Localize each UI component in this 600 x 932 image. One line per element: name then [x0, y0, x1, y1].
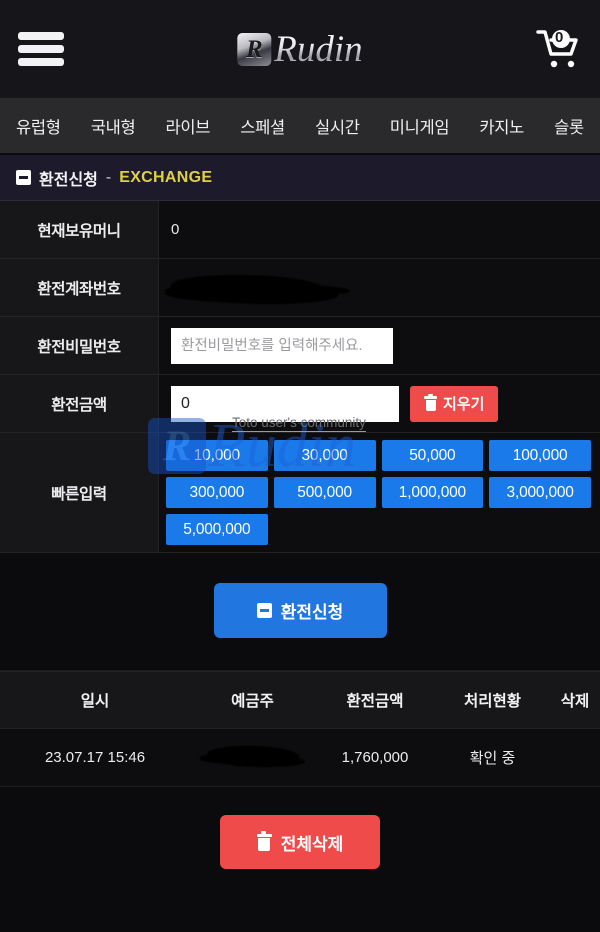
section-title-en: EXCHANGE	[119, 168, 213, 186]
balance-value: 0	[171, 221, 180, 238]
password-label: 환전비밀번호	[0, 317, 159, 374]
clear-amount-label: 지우기	[443, 396, 485, 413]
nav-item-realtime[interactable]: 실시간	[315, 114, 360, 138]
balance-label: 현재보유머니	[0, 201, 159, 258]
cell-amount: 1,760,000	[341, 749, 409, 766]
form-row-account: 환전계좌번호	[0, 259, 600, 317]
cell-depositor	[190, 745, 315, 770]
section-title-ko: 환전신청	[39, 171, 98, 189]
exchange-amount-input[interactable]	[171, 385, 399, 422]
exchange-form: 현재보유머니 0 환전계좌번호 환전비밀번호 환전금액 지우기	[0, 201, 600, 553]
brand-mark-letter: R	[245, 35, 263, 63]
trash-icon	[424, 393, 437, 411]
balance-value-cell: 0	[159, 201, 600, 258]
quick-amount-button[interactable]: 3,000,000	[489, 477, 591, 508]
form-row-balance: 현재보유머니 0	[0, 201, 600, 259]
section-title-dash: -	[105, 168, 112, 186]
delete-all-area: 전체삭제	[0, 787, 600, 899]
quick-amount-button[interactable]: 100,000	[489, 440, 591, 471]
submit-area: 환전신청	[0, 553, 600, 671]
minus-square-icon	[16, 170, 31, 185]
quick-amount-button[interactable]: 50,000	[381, 440, 484, 471]
cart-count-badge: 0	[555, 29, 564, 46]
hamburger-bar	[18, 32, 64, 40]
delete-all-label: 전체삭제	[280, 834, 344, 854]
form-row-quick-input: 빠른입력 10,000 30,000 50,000 100,000 300,00…	[0, 433, 600, 553]
quick-input-cell: 10,000 30,000 50,000 100,000 300,000 500…	[159, 433, 600, 552]
account-value-cell	[159, 259, 600, 316]
depositor-redacted	[206, 745, 299, 766]
clear-amount-button[interactable]: 지우기	[410, 385, 499, 422]
nav-item-casino[interactable]: 카지노	[479, 114, 524, 138]
hamburger-bar	[18, 45, 64, 53]
minus-square-icon	[256, 603, 272, 618]
table-row[interactable]: 23.07.17 15:46 1,760,000 확인 중	[0, 729, 600, 787]
exchange-page: R Rudin 0 유럽형 국내형 라이브 스페셜 실시간 미니게임 카지노 슬…	[0, 0, 600, 932]
nav-item-minigame[interactable]: 미니게임	[390, 114, 450, 138]
quick-amount-button[interactable]: 10,000	[166, 440, 268, 471]
main-nav: 유럽형 국내형 라이브 스페셜 실시간 미니게임 카지노 슬롯	[0, 98, 600, 155]
app-header: R Rudin 0	[0, 0, 600, 98]
account-value-redacted	[171, 274, 323, 301]
column-header-status: 처리현황	[463, 693, 522, 710]
brand-name: Rudin	[274, 28, 363, 70]
hamburger-bar	[18, 58, 64, 66]
brand-mark-icon: R	[237, 32, 272, 66]
column-header-date: 일시	[80, 693, 110, 710]
column-header-delete: 삭제	[560, 693, 590, 710]
nav-item-slot[interactable]: 슬롯	[554, 114, 584, 138]
form-row-password: 환전비밀번호	[0, 317, 600, 375]
account-label: 환전계좌번호	[0, 259, 159, 316]
form-row-amount: 환전금액 지우기	[0, 375, 600, 433]
history-table-header: 일시 예금주 환전금액 처리현황 삭제	[0, 671, 600, 729]
quick-amount-button[interactable]: 5,000,000	[166, 514, 268, 545]
quick-amount-button[interactable]: 1,000,000	[381, 477, 484, 508]
column-header-amount: 환전금액	[346, 693, 404, 710]
cell-date: 23.07.17 15:46	[44, 749, 146, 766]
nav-item-live[interactable]: 라이브	[166, 114, 211, 138]
quick-amount-button[interactable]: 300,000	[166, 477, 268, 508]
delete-all-button[interactable]: 전체삭제	[220, 815, 380, 869]
nav-item-domestic[interactable]: 국내형	[91, 114, 136, 138]
submit-exchange-label: 환전신청	[280, 603, 344, 622]
quick-amount-grid: 10,000 30,000 50,000 100,000 300,000 500…	[166, 440, 591, 545]
amount-value-cell: 지우기	[159, 375, 600, 432]
hamburger-icon[interactable]	[18, 32, 64, 66]
nav-item-special[interactable]: 스페셜	[240, 114, 285, 138]
section-header[interactable]: 환전신청 - EXCHANGE	[0, 155, 600, 201]
brand-logo[interactable]: R Rudin	[237, 28, 363, 70]
quick-amount-button[interactable]: 500,000	[273, 477, 376, 508]
trash-icon	[256, 831, 272, 851]
nav-item-european[interactable]: 유럽형	[16, 114, 61, 138]
exchange-password-input[interactable]	[171, 327, 393, 364]
password-value-cell	[159, 317, 600, 374]
amount-label: 환전금액	[0, 375, 159, 432]
shopping-cart-icon[interactable]: 0	[536, 28, 582, 70]
quick-input-label: 빠른입력	[0, 433, 159, 552]
cell-status: 확인 중	[469, 750, 516, 767]
submit-exchange-button[interactable]: 환전신청	[213, 583, 387, 638]
exchange-history: 일시 예금주 환전금액 처리현황 삭제 23.07.17 15:46 1,760…	[0, 671, 600, 787]
quick-amount-button[interactable]: 30,000	[273, 440, 376, 471]
column-header-depositor: 예금주	[231, 693, 274, 710]
